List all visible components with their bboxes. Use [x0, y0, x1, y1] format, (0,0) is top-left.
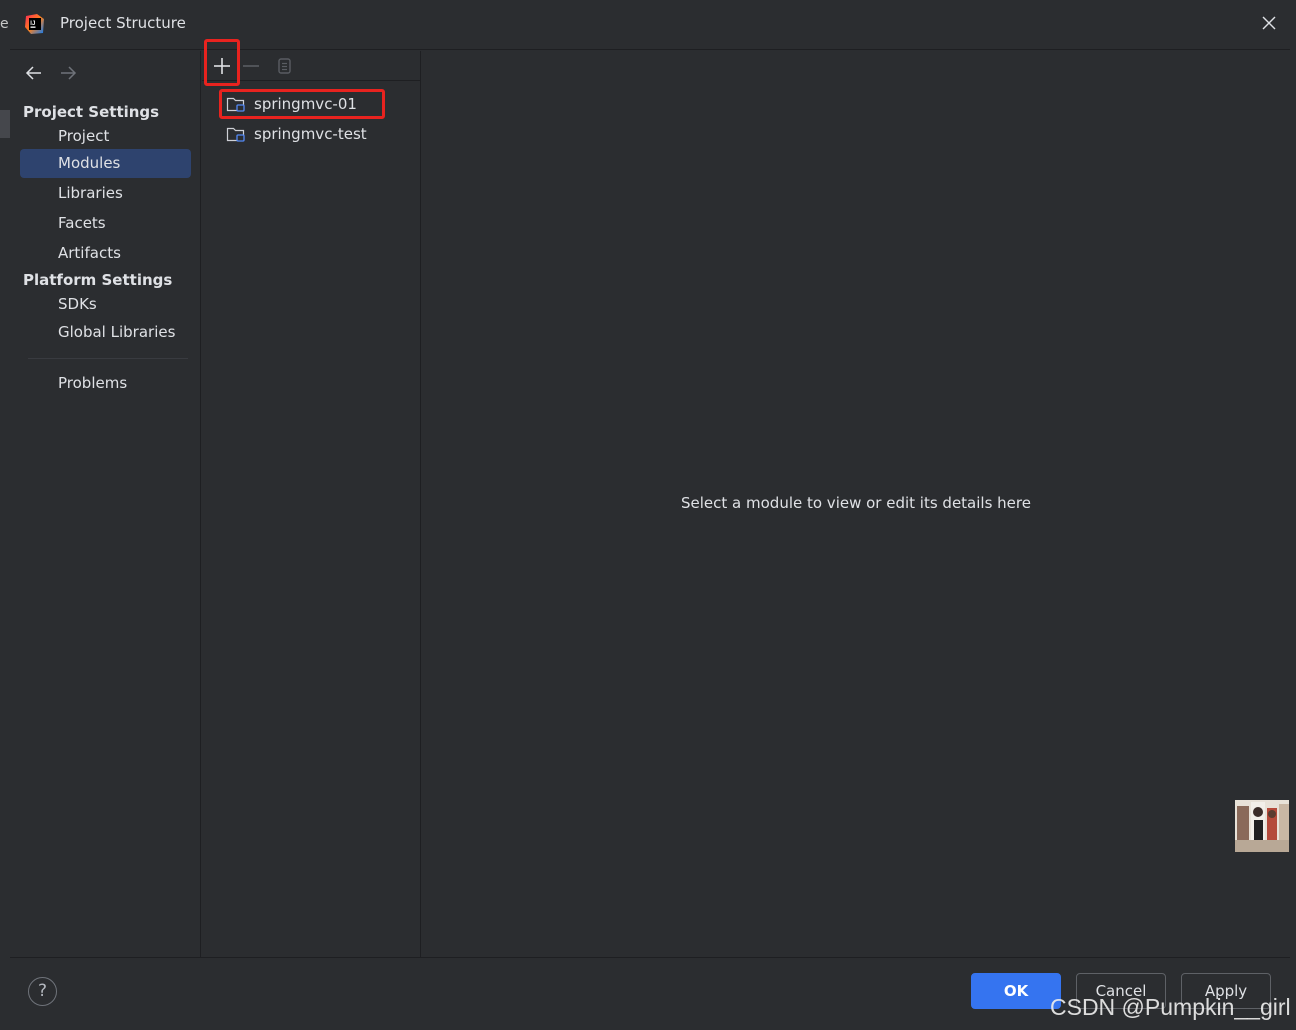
title-bar[interactable]: IJ Project Structure: [10, 0, 1290, 50]
module-item-springmvc-test[interactable]: springmvc-test: [226, 121, 367, 147]
ok-button[interactable]: OK: [971, 973, 1061, 1009]
copy-icon[interactable]: [273, 55, 295, 77]
module-label: springmvc-test: [254, 125, 367, 143]
forward-arrow-icon[interactable]: [58, 63, 78, 83]
module-label: springmvc-01: [254, 95, 357, 113]
dialog-title: Project Structure: [60, 14, 186, 32]
svg-text:IJ: IJ: [30, 21, 35, 27]
remove-icon[interactable]: [240, 55, 262, 77]
sidebar-item-modules[interactable]: Modules: [20, 149, 191, 178]
module-item-springmvc-01[interactable]: springmvc-01: [226, 91, 357, 117]
project-structure-dialog: IJ Project Structure Project Settings Pr…: [10, 0, 1290, 1030]
sidebar-item-global-libraries[interactable]: Global Libraries: [20, 318, 191, 347]
sidebar-item-libraries[interactable]: Libraries: [20, 179, 191, 208]
csdn-watermark: CSDN @Pumpkin__girl: [1050, 994, 1291, 1020]
platform-settings-heading: Platform Settings: [23, 271, 173, 289]
back-arrow-icon[interactable]: [24, 63, 44, 83]
sidebar-divider: [28, 358, 188, 359]
background-window-edge: e: [0, 0, 10, 1030]
add-button-highlight-box: [204, 39, 240, 86]
modules-list-panel: springmvc-01 springmvc-test: [202, 39, 421, 957]
sidebar-item-sdks[interactable]: SDKs: [20, 290, 191, 319]
sidebar-item-artifacts[interactable]: Artifacts: [20, 239, 191, 268]
sidebar-item-project[interactable]: Project: [20, 122, 191, 151]
close-icon[interactable]: [1258, 12, 1280, 34]
project-settings-heading: Project Settings: [23, 103, 160, 121]
empty-state-message: Select a module to view or edit its deta…: [681, 494, 1031, 512]
sidebar-item-facets[interactable]: Facets: [20, 209, 191, 238]
module-folder-icon: [226, 97, 245, 112]
floating-thumbnail-image[interactable]: [1235, 800, 1289, 852]
background-tab-fragment: [0, 110, 10, 138]
background-text-fragment: e: [0, 16, 9, 32]
intellij-app-icon: IJ: [25, 14, 44, 34]
sidebar-item-problems[interactable]: Problems: [20, 369, 191, 398]
help-button[interactable]: ?: [28, 977, 57, 1006]
module-folder-icon: [226, 127, 245, 142]
module-details-panel: Select a module to view or edit its deta…: [422, 51, 1290, 957]
thumbnail-picture: [1235, 800, 1289, 852]
settings-sidebar: Project Settings Project Modules Librari…: [10, 51, 201, 957]
modules-toolbar: [202, 39, 421, 86]
